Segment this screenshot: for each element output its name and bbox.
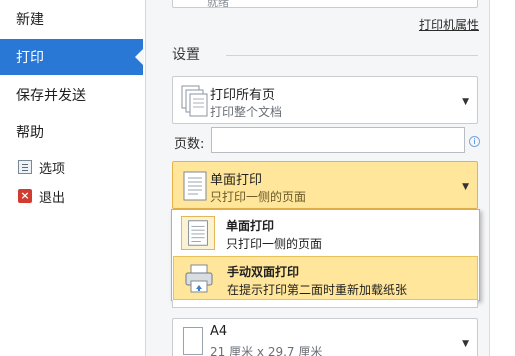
paper-icon: [183, 327, 203, 355]
nav-item-label: 退出: [39, 190, 66, 206]
menu-item-manual-duplex[interactable]: 手动双面打印 在提示打印第二面时重新加载纸张: [173, 256, 478, 300]
backstage-nav: 新建 打印 保存并发送 帮助 选项 × 退出: [0, 0, 146, 356]
print-range-subtitle: 打印整个文档: [210, 105, 283, 119]
nav-item-label: 打印: [16, 50, 44, 66]
print-sides-menu: 单面打印 只打印一侧的页面 手动双面打印 在提示打印第二面时重新加载纸张: [171, 209, 480, 301]
menu-item-subtitle: 在提示打印第二面时重新加载纸张: [227, 283, 408, 297]
menu-item-title: 单面打印: [226, 219, 275, 233]
nav-item-new[interactable]: 新建: [0, 1, 143, 37]
print-sides-dropdown[interactable]: 单面打印 只打印一侧的页面 ▼: [172, 161, 478, 209]
printer-properties-link[interactable]: 打印机属性: [419, 16, 479, 33]
printer-status: 就绪: [207, 0, 229, 9]
pages-icon: [181, 85, 208, 117]
print-sides-subtitle: 只打印一侧的页面: [210, 190, 307, 204]
options-icon: [18, 160, 32, 174]
nav-item-label: 选项: [39, 161, 66, 177]
nav-item-label: 保存并发送: [16, 88, 86, 104]
chevron-down-icon: ▼: [462, 182, 469, 192]
section-divider: [226, 55, 478, 56]
chevron-down-icon: ▼: [462, 97, 469, 107]
printer-icon: [185, 264, 213, 293]
nav-item-save-send[interactable]: 保存并发送: [0, 77, 143, 113]
collate-dropdown[interactable]: [172, 300, 478, 308]
menu-item-subtitle: 只打印一侧的页面: [226, 237, 323, 251]
menu-item-one-sided[interactable]: 单面打印 只打印一侧的页面: [173, 211, 478, 255]
printer-status-box[interactable]: 就绪: [172, 0, 478, 9]
nav-item-print[interactable]: 打印: [0, 39, 143, 75]
nav-item-exit[interactable]: × 退出: [18, 186, 65, 206]
nav-item-help[interactable]: 帮助: [0, 114, 143, 150]
paper-size-subtitle: 21 厘米 x 29.7 厘米: [210, 345, 323, 356]
print-sides-title: 单面打印: [210, 173, 263, 188]
print-backstage: 新建 打印 保存并发送 帮助 选项 × 退出 就绪 打印机属性 设置 打印所有页…: [0, 0, 515, 356]
nav-item-options[interactable]: 选项: [18, 157, 65, 177]
settings-title: 设置: [172, 47, 200, 63]
single-page-icon: [181, 216, 215, 250]
exit-icon: ×: [18, 189, 32, 203]
scrollbar[interactable]: [489, 0, 515, 356]
nav-item-label: 新建: [16, 12, 44, 28]
print-settings-panel: 就绪 打印机属性 设置 打印所有页 打印整个文档 ▼ 页数: i 单面打印 只打…: [146, 0, 515, 356]
single-page-icon: [183, 171, 207, 201]
paper-size-dropdown[interactable]: A4 21 厘米 x 29.7 厘米 ▼: [172, 318, 478, 356]
print-range-title: 打印所有页: [210, 88, 276, 103]
nav-item-label: 帮助: [16, 125, 44, 141]
pages-label: 页数:: [174, 137, 205, 152]
paper-size-title: A4: [210, 324, 228, 339]
menu-item-title: 手动双面打印: [227, 265, 300, 279]
pages-input[interactable]: [211, 127, 465, 153]
chevron-down-icon: ▼: [462, 339, 469, 349]
info-icon[interactable]: i: [469, 136, 480, 147]
print-range-dropdown[interactable]: 打印所有页 打印整个文档 ▼: [172, 76, 478, 124]
